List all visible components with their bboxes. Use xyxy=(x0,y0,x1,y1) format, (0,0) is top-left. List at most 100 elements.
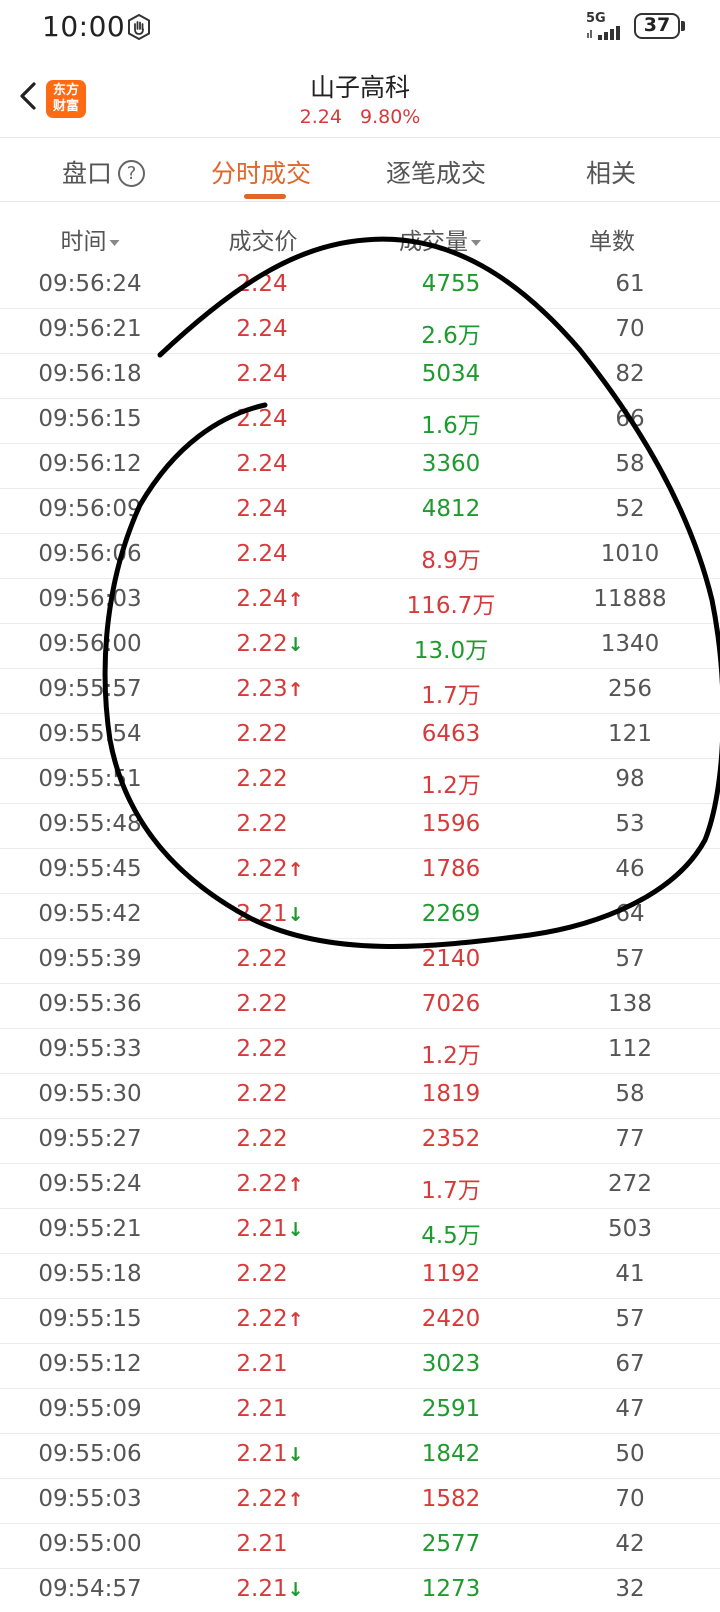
trade-price: 2.21 xyxy=(236,1531,288,1557)
trade-volume: 2140 xyxy=(421,946,481,972)
trade-price: 2.24 xyxy=(236,406,288,432)
trade-price: 2.24↑ xyxy=(236,586,304,612)
table-row[interactable]: 09:55:39 2.22 2140 57 xyxy=(0,939,720,984)
trade-price: 2.21↓ xyxy=(236,1576,304,1602)
table-row[interactable]: 09:55:57 2.23↑ 1.7万 256 xyxy=(0,669,720,714)
network-type: 5G xyxy=(586,11,606,26)
table-row[interactable]: 09:56:18 2.24 5034 82 xyxy=(0,354,720,399)
table-row[interactable]: 09:56:21 2.24 2.6万 70 xyxy=(0,309,720,354)
trade-count: 82 xyxy=(615,361,645,387)
table-row[interactable]: 09:55:33 2.22 1.2万 112 xyxy=(0,1029,720,1074)
trade-count: 121 xyxy=(608,721,652,747)
trade-time: 09:55:36 xyxy=(38,991,142,1017)
table-row[interactable]: 09:56:03 2.24↑ 116.7万 11888 xyxy=(0,579,720,624)
table-row[interactable]: 09:55:12 2.21 3023 67 xyxy=(0,1344,720,1389)
column-volume[interactable]: 成交量 xyxy=(399,222,481,256)
trade-volume: 8.9万 xyxy=(421,548,481,574)
trade-price: 2.21↓ xyxy=(236,1216,304,1242)
table-row[interactable]: 09:55:30 2.22 1819 58 xyxy=(0,1074,720,1119)
table-row[interactable]: 09:55:00 2.21 2577 42 xyxy=(0,1524,720,1569)
table-row[interactable]: 09:56:09 2.24 4812 52 xyxy=(0,489,720,534)
trade-time: 09:55:24 xyxy=(38,1171,142,1197)
tab-tick-trades[interactable]: 逐笔成交 xyxy=(386,154,486,190)
status-time: 10:00 xyxy=(42,10,126,43)
table-row[interactable]: 09:55:03 2.22↑ 1582 70 xyxy=(0,1479,720,1524)
table-row[interactable]: 09:55:51 2.22 1.2万 98 xyxy=(0,759,720,804)
trade-count: 272 xyxy=(608,1171,652,1197)
table-row[interactable]: 09:55:06 2.21↓ 1842 50 xyxy=(0,1434,720,1479)
trade-count: 50 xyxy=(615,1441,645,1467)
trade-count: 66 xyxy=(615,406,645,432)
trade-count: 53 xyxy=(615,811,645,837)
trade-price: 2.22 xyxy=(236,811,288,837)
trade-count: 42 xyxy=(615,1531,645,1557)
trade-volume: 1.2万 xyxy=(421,773,481,799)
trade-price: 2.22 xyxy=(236,1126,288,1152)
table-row[interactable]: 09:55:54 2.22 6463 121 xyxy=(0,714,720,759)
trade-count: 1340 xyxy=(600,631,660,657)
trade-count: 47 xyxy=(615,1396,645,1422)
table-row[interactable]: 09:55:21 2.21↓ 4.5万 503 xyxy=(0,1209,720,1254)
status-indicators: 5G 37 xyxy=(586,11,685,40)
table-row[interactable]: 09:55:24 2.22↑ 1.7万 272 xyxy=(0,1164,720,1209)
trade-price: 2.24 xyxy=(236,316,288,342)
trade-volume: 1273 xyxy=(421,1576,481,1602)
table-row[interactable]: 09:55:48 2.22 1596 53 xyxy=(0,804,720,849)
table-row[interactable]: 09:55:36 2.22 7026 138 xyxy=(0,984,720,1029)
table-row[interactable]: 09:55:18 2.22 1192 41 xyxy=(0,1254,720,1299)
hand-icon xyxy=(128,14,150,40)
column-time[interactable]: 时间 xyxy=(61,222,120,256)
trade-list[interactable]: 09:56:24 2.24 4755 61 09:56:21 2.24 2.6万 70 09:5… xyxy=(0,264,720,1612)
trade-time: 09:55:42 xyxy=(38,901,142,927)
trade-volume: 1.2万 xyxy=(421,1043,481,1069)
table-row[interactable]: 09:56:06 2.24 8.9万 1010 xyxy=(0,534,720,579)
trade-time: 09:56:12 xyxy=(38,451,142,477)
trade-time: 09:55:57 xyxy=(38,676,142,702)
up-arrow-icon: ↑ xyxy=(287,859,304,881)
table-row[interactable]: 09:56:12 2.24 3360 58 xyxy=(0,444,720,489)
table-row[interactable]: 09:56:00 2.22↓ 13.0万 1340 xyxy=(0,624,720,669)
down-arrow-icon: ↓ xyxy=(287,634,304,656)
trade-time: 09:55:51 xyxy=(38,766,142,792)
active-tab-indicator xyxy=(244,194,286,199)
trade-time: 09:56:09 xyxy=(38,496,142,522)
tab-panel[interactable]: 盘口? xyxy=(62,154,146,190)
table-row[interactable]: 09:56:15 2.24 1.6万 66 xyxy=(0,399,720,444)
table-row[interactable]: 09:55:27 2.22 2352 77 xyxy=(0,1119,720,1164)
up-arrow-icon: ↑ xyxy=(287,679,304,701)
trade-time: 09:55:33 xyxy=(38,1036,142,1062)
tab-related[interactable]: 相关 xyxy=(586,154,636,190)
tab-bar: 盘口? 分时成交 逐笔成交 相关 xyxy=(0,138,720,202)
trade-count: 70 xyxy=(615,1486,645,1512)
trade-volume: 2577 xyxy=(421,1531,481,1557)
trade-volume: 7026 xyxy=(421,991,481,1017)
trade-time: 09:55:18 xyxy=(38,1261,142,1287)
tab-time-sales[interactable]: 分时成交 xyxy=(211,154,311,190)
trade-volume: 2269 xyxy=(421,901,481,927)
down-arrow-icon: ↓ xyxy=(287,904,304,926)
trade-count: 112 xyxy=(608,1036,652,1062)
trade-price: 2.22↑ xyxy=(236,1306,304,1332)
table-row[interactable]: 09:54:57 2.21↓ 1273 32 xyxy=(0,1569,720,1612)
trade-price: 2.21↓ xyxy=(236,1441,304,1467)
table-row[interactable]: 09:55:09 2.21 2591 47 xyxy=(0,1389,720,1434)
trade-count: 503 xyxy=(608,1216,652,1242)
trade-volume: 1596 xyxy=(421,811,481,837)
trade-time: 09:55:45 xyxy=(38,856,142,882)
trade-time: 09:55:54 xyxy=(38,721,142,747)
table-row[interactable]: 09:56:24 2.24 4755 61 xyxy=(0,264,720,309)
trade-volume: 1819 xyxy=(421,1081,481,1107)
trade-count: 1010 xyxy=(600,541,660,567)
trade-count: 46 xyxy=(615,856,645,882)
trade-count: 98 xyxy=(615,766,645,792)
trade-price: 2.22 xyxy=(236,1261,288,1287)
trade-price: 2.22 xyxy=(236,721,288,747)
table-row[interactable]: 09:55:45 2.22↑ 1786 46 xyxy=(0,849,720,894)
help-icon[interactable]: ? xyxy=(118,160,146,187)
trade-time: 09:55:12 xyxy=(38,1351,142,1377)
trade-volume: 1786 xyxy=(421,856,481,882)
stock-header: 东方 财富 山子高科 2.24 9.80% xyxy=(0,54,720,138)
trade-time: 09:55:30 xyxy=(38,1081,142,1107)
table-row[interactable]: 09:55:42 2.21↓ 2269 64 xyxy=(0,894,720,939)
table-row[interactable]: 09:55:15 2.22↑ 2420 57 xyxy=(0,1299,720,1344)
